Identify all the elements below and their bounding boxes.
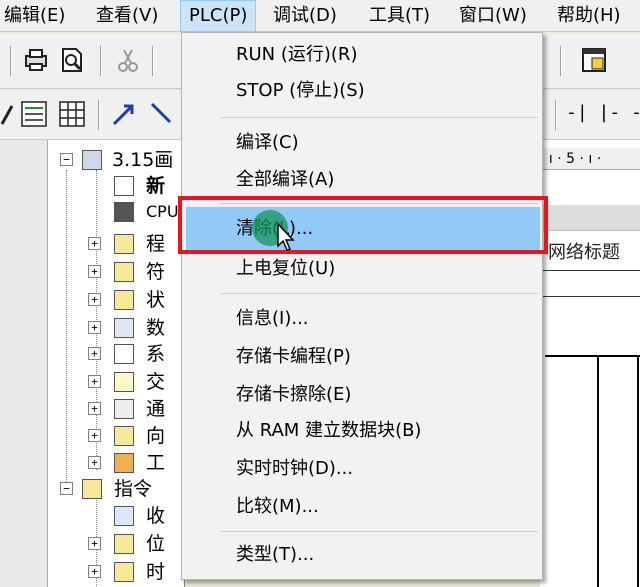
bit-logic-icon — [114, 534, 134, 554]
editor-ruler: · ı · 5 · ı · — [540, 148, 640, 170]
menu-edit[interactable]: 编辑(E) — [4, 0, 65, 32]
tree-root-project[interactable]: − 3.15画 — [52, 147, 192, 173]
window-icon[interactable] — [580, 46, 608, 74]
ladder-rail — [597, 355, 599, 587]
plc-dropdown-menu: RUN (运行)(R) STOP (停止)(S) 编译(C) 全部编译(A) 清… — [181, 32, 543, 580]
editor-divider — [540, 296, 640, 297]
status-chart-icon — [114, 290, 134, 310]
editor-divider — [540, 270, 640, 271]
favorites-icon — [114, 506, 134, 526]
menu-item-memory-card-erase[interactable]: 存储卡擦除(E) — [236, 381, 351, 409]
expand-icon[interactable]: + — [88, 321, 101, 334]
symbol-table-icon — [114, 262, 134, 282]
tree-item-status[interactable]: + 状 — [52, 287, 192, 313]
toolbar-separator — [10, 46, 12, 76]
wire-down-icon[interactable] — [148, 100, 176, 128]
menu-view[interactable]: 查看(V) — [96, 0, 158, 32]
expand-icon[interactable]: + — [88, 537, 101, 550]
menu-tools[interactable]: 工具(T) — [369, 0, 430, 32]
tree-item-bit-logic[interactable]: + 位 — [52, 531, 192, 557]
expand-icon[interactable]: + — [88, 565, 101, 578]
tree-item-wizard[interactable]: + 向 — [52, 423, 192, 449]
tools-icon — [114, 453, 134, 473]
cross-reference-icon — [114, 372, 134, 392]
menu-item-compile-all[interactable]: 全部编译(A) — [236, 166, 334, 194]
tree-item-instructions[interactable]: − 指令 — [52, 476, 192, 502]
network-title[interactable]: 网络标题 — [548, 238, 620, 264]
menu-item-compile[interactable]: 编译(C) — [236, 129, 299, 157]
menu-item-stop[interactable]: STOP (停止)(S) — [236, 77, 365, 105]
tree-item-new[interactable]: 新 — [52, 173, 192, 199]
toolbar-separator — [100, 46, 102, 76]
expand-icon[interactable]: + — [88, 402, 101, 415]
menu-window[interactable]: 窗口(W) — [459, 0, 527, 32]
network-header-bar — [540, 205, 640, 231]
tree-item-data[interactable]: + 数 — [52, 315, 192, 341]
expand-icon[interactable]: + — [88, 456, 101, 469]
toolbar-separator — [152, 46, 154, 76]
menu-item-memory-card-program[interactable]: 存储卡编程(P) — [236, 343, 351, 371]
ladder-contact-coil-buttons[interactable]: -| |- -() — [566, 102, 640, 123]
expand-icon[interactable]: + — [88, 429, 101, 442]
tree-item-program[interactable]: + 程 — [52, 231, 192, 257]
print-preview-icon[interactable] — [58, 46, 86, 74]
toolbar-separator — [560, 46, 562, 76]
collapse-icon[interactable]: − — [60, 153, 73, 166]
expand-icon[interactable]: + — [88, 347, 101, 360]
menu-item-type[interactable]: 类型(T)... — [236, 541, 314, 569]
menu-item-compare[interactable]: 比较(M)... — [236, 493, 319, 521]
menu-item-real-time-clock[interactable]: 实时时钟(D)... — [236, 455, 353, 483]
system-block-icon — [114, 344, 134, 364]
tree-item-symbol[interactable]: + 符 — [52, 259, 192, 285]
menu-separator — [220, 117, 538, 118]
ladder-view-icon[interactable] — [20, 100, 48, 128]
tree-item-cross-ref[interactable]: + 交 — [52, 369, 192, 395]
communication-icon — [114, 399, 134, 419]
toolbar-separator — [555, 100, 557, 130]
pencil-icon[interactable] — [0, 100, 14, 128]
wire-up-icon[interactable] — [110, 100, 138, 128]
data-block-icon — [114, 318, 134, 338]
tree-item-comm[interactable]: + 通 — [52, 396, 192, 422]
menu-separator — [220, 531, 538, 532]
menu-item-information[interactable]: 信息(I)... — [236, 305, 309, 333]
menu-separator — [220, 293, 538, 294]
menu-debug[interactable]: 调试(D) — [273, 0, 337, 32]
cpu-icon — [114, 202, 134, 222]
mouse-pointer-icon — [277, 222, 295, 251]
instruction-folder-icon — [82, 479, 102, 499]
tree-item-favorites[interactable]: 收 — [52, 503, 192, 529]
clock-icon — [114, 562, 134, 582]
menu-item-power-up-reset[interactable]: 上电复位(U) — [236, 255, 335, 283]
expand-icon[interactable]: + — [88, 265, 101, 278]
wizard-icon — [114, 426, 134, 446]
tree-gutter — [0, 140, 48, 587]
tree-item-clock[interactable]: + 时 — [52, 559, 192, 585]
ladder-rail — [637, 355, 639, 587]
menu-bar: 编辑(E) 查看(V) PLC(P) 调试(D) 工具(T) 窗口(W) 帮助(… — [0, 0, 640, 32]
tree-item-system[interactable]: + 系 — [52, 341, 192, 367]
collapse-icon[interactable]: − — [60, 482, 73, 495]
menu-help[interactable]: 帮助(H) — [557, 0, 621, 32]
menu-item-data-block-from-ram[interactable]: 从 RAM 建立数据块(B) — [236, 417, 421, 445]
tree-item-cpu[interactable]: CPU — [52, 199, 192, 225]
project-icon — [82, 150, 102, 170]
expand-icon[interactable]: + — [88, 237, 101, 250]
red-callout-box — [178, 196, 548, 254]
expand-icon[interactable]: + — [88, 375, 101, 388]
program-block-icon — [114, 234, 134, 254]
expand-icon[interactable]: + — [88, 293, 101, 306]
grid-view-icon[interactable] — [58, 100, 86, 128]
ladder-rung — [545, 355, 640, 357]
tree-item-tools[interactable]: + 工 — [52, 450, 192, 476]
menu-plc[interactable]: PLC(P) — [180, 0, 257, 32]
menu-item-run[interactable]: RUN (运行)(R) — [236, 41, 357, 69]
help-icon — [114, 176, 134, 196]
toolbar-separator — [98, 100, 100, 130]
print-icon[interactable] — [22, 46, 50, 74]
cut-icon[interactable] — [114, 46, 142, 74]
